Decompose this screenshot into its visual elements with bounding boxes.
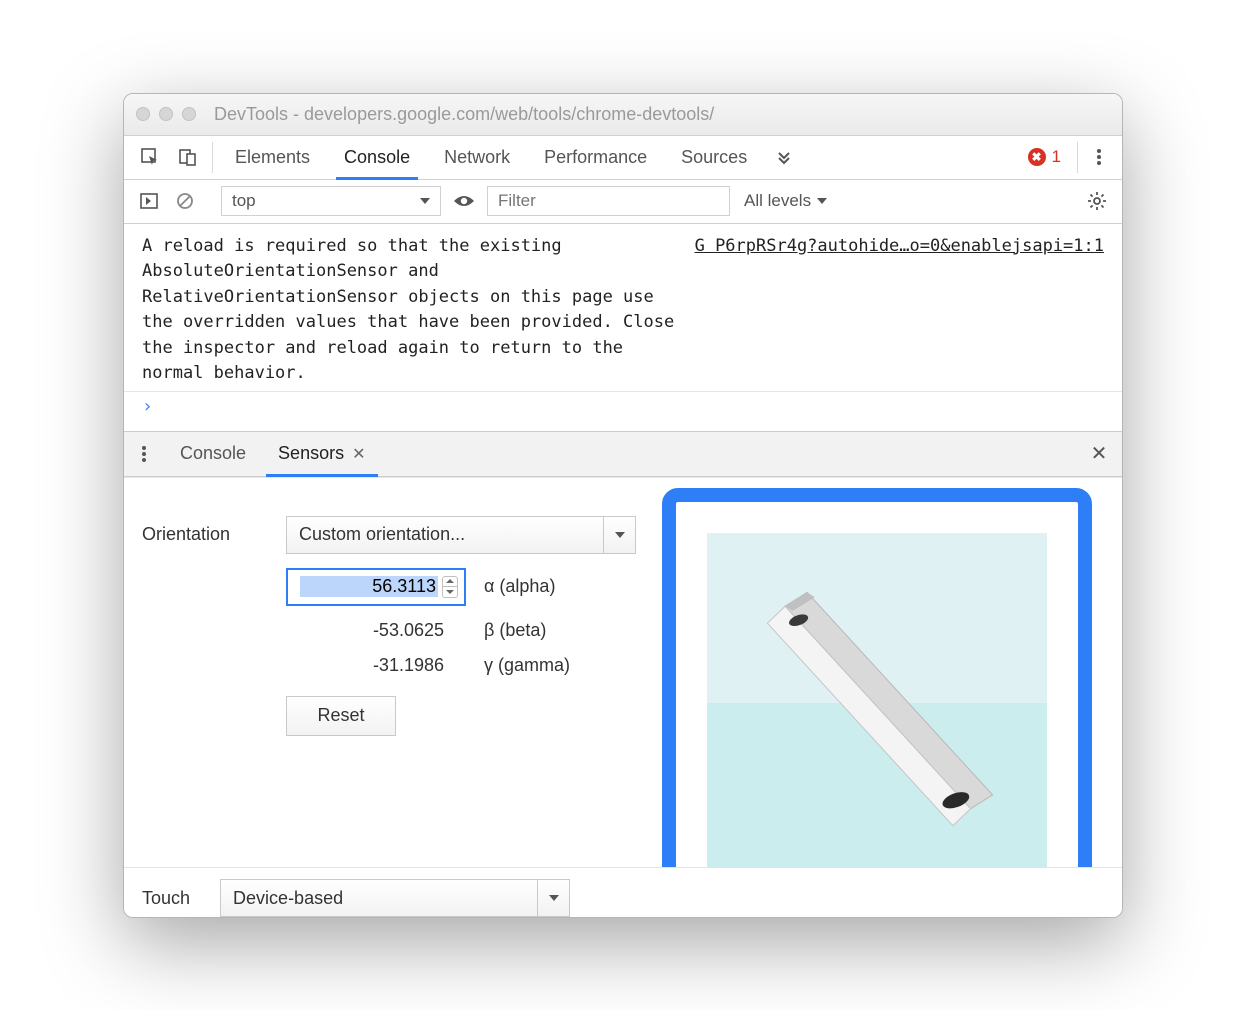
divider — [1077, 142, 1078, 173]
console-output: A reload is required so that the existin… — [124, 224, 1122, 392]
zoom-window-icon[interactable] — [182, 107, 196, 121]
devtools-window: DevTools - developers.google.com/web/too… — [123, 93, 1123, 918]
tab-network[interactable]: Network — [428, 136, 526, 179]
alpha-label: α (alpha) — [484, 576, 555, 597]
console-message-row: A reload is required so that the existin… — [142, 234, 1104, 387]
inspect-element-icon[interactable] — [132, 136, 168, 179]
gamma-value[interactable]: -31.1986 — [286, 655, 466, 676]
orientation-preset-value: Custom orientation... — [287, 524, 603, 545]
toggle-sidebar-icon[interactable] — [134, 187, 164, 215]
close-window-icon[interactable] — [136, 107, 150, 121]
console-prompt[interactable]: › — [124, 392, 1122, 431]
window-titlebar: DevTools - developers.google.com/web/too… — [124, 94, 1122, 136]
error-indicator[interactable]: ✖ 1 — [1018, 136, 1071, 179]
error-icon: ✖ — [1028, 148, 1046, 166]
clear-console-icon[interactable] — [170, 187, 200, 215]
device-toggle-icon[interactable] — [170, 136, 206, 179]
devtools-menu-icon[interactable] — [1084, 136, 1114, 179]
orientation-preview-highlight — [662, 488, 1092, 867]
traffic-lights — [136, 107, 196, 121]
console-settings-icon[interactable] — [1082, 191, 1112, 211]
orientation-fields: Custom orientation... 56.3113 α (alpha) … — [286, 516, 636, 867]
drawer-menu-icon[interactable] — [124, 432, 164, 476]
console-filter-input[interactable] — [487, 186, 730, 216]
drawer-tab-sensors-label: Sensors — [278, 443, 344, 464]
tab-performance[interactable]: Performance — [528, 136, 663, 179]
step-up-icon[interactable] — [443, 577, 457, 588]
log-levels-label: All levels — [744, 191, 811, 211]
live-expression-icon[interactable] — [447, 194, 481, 208]
orientation-preset-select[interactable]: Custom orientation... — [286, 516, 636, 554]
device-3d-icon — [707, 533, 1047, 867]
sensors-panel: Orientation Custom orientation... 56.311… — [124, 477, 1122, 867]
beta-value[interactable]: -53.0625 — [286, 620, 466, 641]
alpha-stepper[interactable] — [442, 576, 458, 598]
log-levels-select[interactable]: All levels — [736, 191, 835, 211]
tab-elements[interactable]: Elements — [219, 136, 326, 179]
main-tabbar: Elements Console Network Performance Sou… — [124, 136, 1122, 180]
gamma-label: γ (gamma) — [484, 655, 570, 676]
drawer-close-icon[interactable]: ✕ — [1076, 432, 1122, 476]
tab-sources[interactable]: Sources — [665, 136, 763, 179]
touch-select[interactable]: Device-based — [220, 879, 570, 917]
orientation-preview[interactable] — [707, 533, 1047, 867]
drawer-tabbar: Console Sensors ✕ ✕ — [124, 431, 1122, 477]
drawer-tab-console[interactable]: Console — [164, 432, 262, 476]
execution-context-value: top — [232, 191, 256, 211]
chevron-down-icon — [817, 198, 827, 204]
touch-label: Touch — [142, 888, 190, 909]
alpha-input[interactable]: 56.3113 — [286, 568, 466, 606]
drawer-tab-sensors[interactable]: Sensors ✕ — [262, 432, 381, 476]
chevron-down-icon — [603, 517, 635, 553]
console-message-text: A reload is required so that the existin… — [142, 234, 683, 387]
chevron-down-icon — [420, 198, 430, 204]
step-down-icon[interactable] — [443, 587, 457, 597]
divider — [212, 142, 213, 173]
close-tab-icon[interactable]: ✕ — [352, 444, 365, 464]
reset-button[interactable]: Reset — [286, 696, 396, 736]
more-tabs-icon[interactable] — [765, 136, 803, 179]
window-title: DevTools - developers.google.com/web/too… — [214, 104, 714, 125]
error-count: 1 — [1052, 147, 1061, 167]
touch-section: Touch Device-based — [124, 867, 1122, 917]
chevron-down-icon — [537, 880, 569, 916]
minimize-window-icon[interactable] — [159, 107, 173, 121]
orientation-section-label: Orientation — [142, 516, 272, 867]
alpha-value: 56.3113 — [300, 576, 438, 597]
touch-select-value: Device-based — [221, 888, 537, 909]
console-toolbar: top All levels — [124, 180, 1122, 224]
tab-console[interactable]: Console — [328, 136, 426, 179]
console-message-source[interactable]: G P6rpRSr4g?autohide…o=0&enablejsapi=1:1 — [695, 234, 1104, 387]
beta-label: β (beta) — [484, 620, 546, 641]
execution-context-select[interactable]: top — [221, 186, 441, 216]
